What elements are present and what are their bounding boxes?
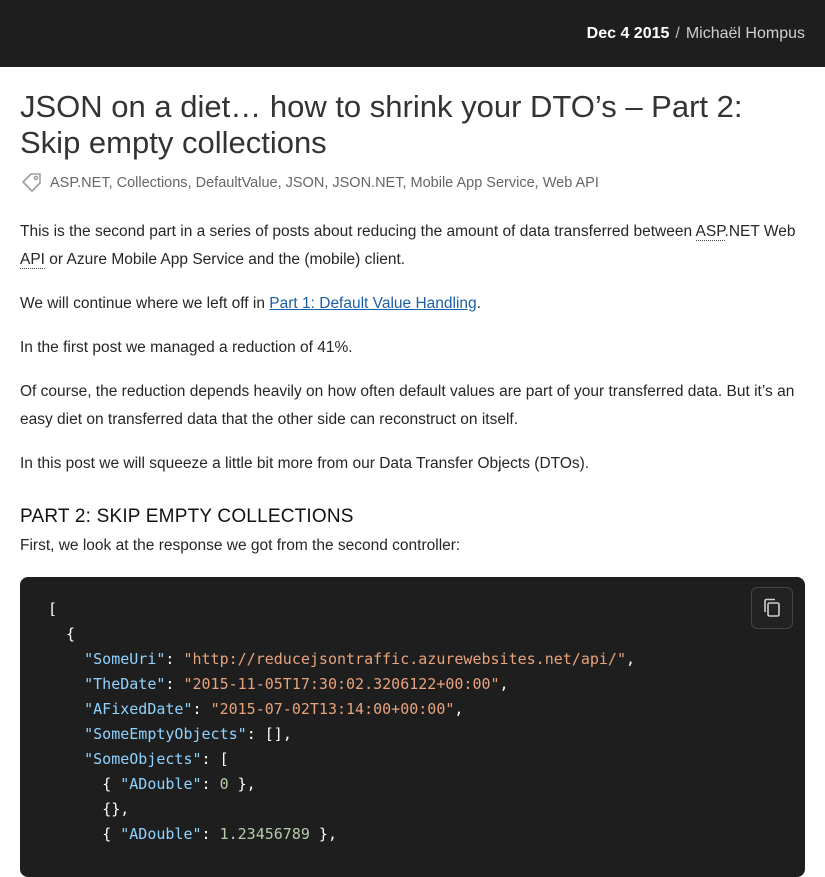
tag-link[interactable]: ASP.NET [50, 175, 109, 191]
code-line: "SomeObjects": [ [84, 750, 229, 768]
code-line: "TheDate": "2015-11-05T17:30:02.3206122+… [84, 675, 509, 693]
intro-paragraph-5: In this post we will squeeze a little bi… [20, 455, 590, 472]
tag-list: ASP.NET, Collections, DefaultValue, JSON… [50, 175, 599, 191]
intro-paragraph-4: Of course, the reduction depends heavily… [20, 383, 795, 428]
code-line: { [48, 625, 76, 643]
post-content: JSON on a diet… how to shrink your DTO’s… [0, 89, 825, 877]
code-line: { "ADouble": 0 }, [102, 775, 256, 793]
abbr-asp: ASP [695, 223, 725, 241]
part1-link[interactable]: Part 1: Default Value Handling [269, 295, 476, 312]
code-line: "AFixedDate": "2015-07-02T13:14:00+00:00… [84, 700, 464, 718]
intro-paragraph-1: This is the second part in a series of p… [20, 223, 796, 269]
code-line: {}, [102, 800, 130, 818]
tag-link[interactable]: JSON.NET [332, 175, 402, 191]
post-date: Dec 4 2015 [586, 24, 670, 42]
code-line: "SomeUri": "http://reducejsontraffic.azu… [84, 650, 636, 668]
tag-link[interactable]: Collections [117, 175, 188, 191]
post-title: JSON on a diet… how to shrink your DTO’s… [20, 89, 743, 160]
code-line: [ [48, 600, 58, 618]
copy-icon [764, 598, 780, 617]
code-line: "SomeEmptyObjects": [], [84, 725, 292, 743]
tag-row: ASP.NET, Collections, DefaultValue, JSON… [20, 171, 805, 195]
post-author[interactable]: Michaël Hompus [686, 25, 805, 43]
intro-paragraph-2: We will continue where we left off in Pa… [20, 295, 481, 312]
code-line: { "ADouble": 1.23456789 }, [102, 825, 337, 843]
section-heading: PART 2: SKIP EMPTY COLLECTIONS [20, 506, 354, 527]
tag-link[interactable]: DefaultValue [196, 175, 278, 191]
code-block: [ { "SomeUri": "http://reducejsontraffic… [20, 577, 805, 877]
top-bar: Dec 4 2015 / Michaël Hompus [0, 0, 825, 67]
section-paragraph: First, we look at the response we got fr… [20, 537, 461, 554]
intro-paragraph-3: In the first post we managed a reduction… [20, 339, 353, 356]
tag-link[interactable]: Mobile App Service [411, 175, 535, 191]
tag-link[interactable]: JSON [286, 175, 325, 191]
abbr-api: API [20, 251, 45, 269]
copy-button[interactable] [751, 587, 793, 629]
tag-link[interactable]: Web API [543, 175, 599, 191]
tag-icon [22, 173, 41, 192]
header-separator: / [675, 24, 680, 42]
